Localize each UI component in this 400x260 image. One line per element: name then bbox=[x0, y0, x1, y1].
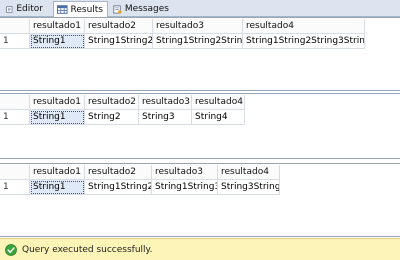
result-pane-3[interactable]: resultado1 resultado2 resultado3 resulta… bbox=[0, 163, 400, 237]
table-cell[interactable]: String1 bbox=[30, 34, 85, 49]
results-tab-bar: Editor Results Messages bbox=[0, 0, 400, 18]
table-cell[interactable]: String1String3 bbox=[152, 180, 218, 195]
tab-results[interactable]: Results bbox=[53, 1, 108, 18]
tab-results-label: Results bbox=[70, 4, 104, 15]
table-cell[interactable]: String1 bbox=[30, 110, 85, 125]
row-header-corner[interactable] bbox=[0, 165, 30, 180]
column-header[interactable]: resultado1 bbox=[30, 95, 85, 110]
column-header[interactable]: resultado3 bbox=[139, 95, 192, 110]
tab-editor-label: Editor bbox=[16, 4, 43, 14]
column-header[interactable]: resultado2 bbox=[85, 165, 152, 180]
tab-messages-label: Messages bbox=[124, 4, 169, 14]
table-cell[interactable]: String1String2 bbox=[85, 180, 152, 195]
column-header[interactable]: resultado1 bbox=[30, 19, 85, 34]
tab-editor[interactable]: Editor bbox=[2, 1, 48, 17]
result-pane-1[interactable]: resultado1 resultado2 resultado3 resulta… bbox=[0, 17, 400, 91]
column-header[interactable]: resultado2 bbox=[85, 19, 153, 34]
table-cell[interactable]: String3String4 bbox=[218, 180, 280, 195]
table-cell[interactable]: String2 bbox=[85, 110, 139, 125]
column-header[interactable]: resultado3 bbox=[152, 165, 218, 180]
table-cell[interactable]: String3 bbox=[139, 110, 192, 125]
column-header[interactable]: resultado3 bbox=[153, 19, 243, 34]
row-number[interactable]: 1 bbox=[0, 180, 30, 195]
query-status-bar: Query executed successfully. bbox=[0, 238, 400, 260]
row-number[interactable]: 1 bbox=[0, 110, 30, 125]
column-header[interactable]: resultado4 bbox=[243, 19, 365, 34]
success-check-icon bbox=[5, 243, 17, 256]
result-pane-2[interactable]: resultado1 resultado2 resultado3 resulta… bbox=[0, 93, 400, 159]
status-message: Query executed successfully. bbox=[22, 244, 153, 255]
table-cell[interactable]: String4 bbox=[192, 110, 245, 125]
table-cell[interactable]: String1String2String3String4 bbox=[243, 34, 365, 49]
row-number[interactable]: 1 bbox=[0, 34, 30, 49]
column-header[interactable]: resultado2 bbox=[85, 95, 139, 110]
table-cell[interactable]: String1String2String3 bbox=[153, 34, 243, 49]
messages-icon bbox=[113, 4, 122, 14]
table-cell[interactable]: String1String2 bbox=[85, 34, 153, 49]
column-header[interactable]: resultado1 bbox=[30, 165, 85, 180]
table-cell[interactable]: String1 bbox=[30, 180, 85, 195]
grid-icon bbox=[57, 5, 68, 14]
column-header[interactable]: resultado4 bbox=[218, 165, 280, 180]
tab-messages[interactable]: Messages bbox=[109, 1, 174, 17]
row-header-corner[interactable] bbox=[0, 19, 30, 34]
row-header-corner[interactable] bbox=[0, 95, 30, 110]
column-header[interactable]: resultado4 bbox=[192, 95, 245, 110]
editor-icon bbox=[6, 5, 13, 13]
